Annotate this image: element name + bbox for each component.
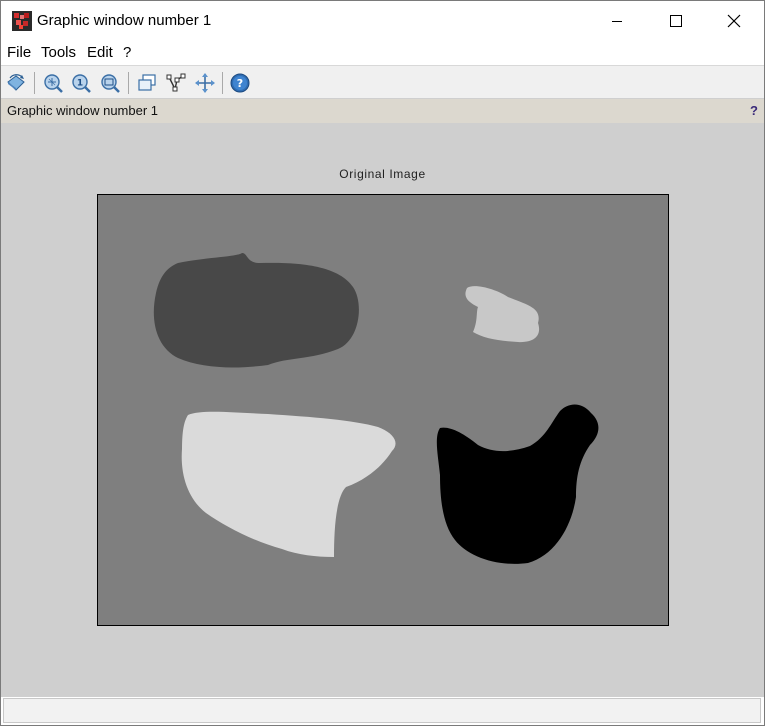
black-blob [436, 404, 599, 564]
dark-gray-blob [153, 253, 359, 368]
svg-text:?: ? [237, 77, 243, 90]
close-icon [727, 14, 741, 28]
status-bar [3, 698, 761, 723]
maximize-icon [670, 15, 682, 27]
maximize-button[interactable] [653, 1, 699, 41]
menu-help[interactable]: ? [123, 44, 131, 61]
zoom-in-button[interactable] [41, 71, 65, 95]
polyline-icon [166, 73, 186, 92]
graphic-window: Graphic window number 1 File Tools Edit … [0, 0, 765, 726]
image-axes[interactable] [97, 194, 669, 626]
help-icon: ? [230, 73, 250, 93]
zoom-out-button[interactable] [98, 71, 122, 95]
info-bar: Graphic window number 1 ? [1, 99, 764, 123]
rotate-button[interactable] [4, 71, 28, 95]
toolbar-separator [34, 72, 35, 94]
image-plot [153, 253, 599, 564]
zoom-reset-button[interactable]: 1 [69, 71, 93, 95]
pan-button[interactable] [193, 71, 217, 95]
minimize-icon [612, 21, 622, 22]
close-button[interactable] [711, 1, 757, 41]
menu-file[interactable]: File [7, 44, 31, 61]
datatip-button[interactable] [135, 71, 159, 95]
info-help-icon[interactable]: ? [750, 103, 758, 118]
zoom-in-icon [44, 74, 63, 93]
toolbar: 1 ? [1, 65, 764, 99]
menu-edit[interactable]: Edit [87, 44, 113, 61]
light-gray-large-blob [181, 411, 396, 557]
svg-text:1: 1 [77, 79, 83, 89]
zoom-reset-icon: 1 [72, 74, 91, 93]
help-button[interactable]: ? [228, 71, 252, 95]
pan-icon [195, 73, 215, 93]
toolbar-separator [128, 72, 129, 94]
info-bar-text: Graphic window number 1 [7, 103, 159, 118]
datatip-icon [138, 74, 156, 91]
polyline-button[interactable] [164, 71, 188, 95]
menu-bar: File Tools Edit ? [1, 41, 764, 65]
menu-tools[interactable]: Tools [41, 44, 76, 61]
window-title: Graphic window number 1 [37, 12, 212, 29]
title-bar[interactable]: Graphic window number 1 [1, 1, 764, 41]
scilab-app-icon [12, 11, 32, 31]
zoom-out-icon [101, 74, 120, 93]
axes-title: Original Image [339, 167, 426, 181]
rotate-icon [7, 74, 25, 91]
toolbar-separator [222, 72, 223, 94]
minimize-button[interactable] [594, 1, 640, 41]
figure-canvas[interactable]: Original Image [1, 123, 764, 697]
light-gray-small-blob [465, 286, 540, 343]
